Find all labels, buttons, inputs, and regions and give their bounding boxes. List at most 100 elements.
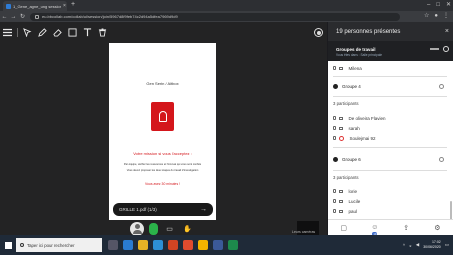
list-item[interactable]: lorie [328, 186, 448, 196]
toolbar-divider [17, 28, 18, 37]
list-item[interactable]: Milena [328, 63, 448, 73]
excel-icon[interactable] [228, 240, 238, 250]
shape-tool[interactable] [65, 25, 80, 40]
minimize-icon[interactable]: – [427, 1, 430, 9]
blocked-icon [338, 135, 344, 141]
list-item[interactable]: sarah [328, 123, 448, 133]
word-icon[interactable] [213, 240, 223, 250]
participant-name: sarah [348, 125, 360, 131]
clock[interactable]: 17:02 30/06/2020 [423, 240, 441, 250]
star-icon[interactable]: ☆ [424, 12, 429, 21]
list-item[interactable]: De oliveira Flavien [328, 113, 448, 123]
taskbar-search-placeholder: Taper ici pour rechercher [27, 242, 75, 248]
settings-icon[interactable]: ⚙ [432, 223, 442, 233]
pen-icon [38, 28, 47, 37]
list-item[interactable]: Lucile [328, 196, 448, 206]
participants-panel: 19 personnes présentes × Groupes de trav… [328, 22, 453, 236]
new-tab-button[interactable]: + [71, 1, 75, 9]
menu-icon [3, 28, 12, 37]
menu-button[interactable] [0, 25, 15, 40]
chat-icon[interactable]: ▢ [339, 223, 349, 233]
task-view-icon[interactable] [108, 240, 118, 250]
microphone-icon [333, 209, 336, 213]
forward-icon[interactable]: → [9, 14, 18, 20]
divider [333, 96, 447, 97]
edge-icon[interactable] [123, 240, 133, 250]
file-explorer-icon[interactable] [138, 240, 148, 250]
panel-tabs: ▢ ☺ 19 ⇪ ⚙ [328, 219, 453, 236]
camera-icon [338, 209, 343, 213]
camera-icon [338, 116, 343, 120]
group-name: Groupe 4 [342, 84, 361, 89]
document-time-note: Vous avez 30 minutes ! [144, 182, 181, 186]
current-room-label[interactable]: Vous êtes dans : Salle principale [336, 53, 453, 57]
text-tool[interactable] [80, 25, 95, 40]
share-icon[interactable]: ⇪ [401, 223, 411, 233]
media-controls: ▭ ✋ [130, 222, 194, 236]
camera-icon[interactable]: ▭ [163, 223, 176, 236]
firefox-icon[interactable] [183, 240, 193, 250]
group-4-header[interactable]: Groupe 4 [328, 81, 448, 92]
taskbar-search[interactable]: Taper ici pour rechercher [16, 238, 102, 252]
pointer-tool[interactable] [20, 25, 35, 40]
browser-actions: ☆ ● ⋮ [424, 12, 449, 21]
window-controls: – □ ✕ [427, 1, 451, 9]
office-icon[interactable] [168, 240, 178, 250]
group-6-header[interactable]: Groupe 6 [328, 154, 448, 165]
browser-tab[interactable]: 1_Gene_agne_ung session × [3, 1, 67, 11]
reload-icon[interactable]: ↻ [18, 13, 27, 20]
pointer-icon [23, 28, 32, 37]
lock-icon [35, 14, 39, 19]
windows-start-icon [4, 241, 12, 249]
clear-tool[interactable] [95, 25, 110, 40]
start-button[interactable] [0, 235, 16, 255]
divider [333, 76, 447, 77]
notifications-icon[interactable]: ▭ [445, 242, 449, 248]
close-panel-icon[interactable]: × [445, 28, 449, 35]
profile-icon[interactable]: ● [434, 12, 438, 21]
record-icon[interactable] [314, 28, 323, 37]
back-icon[interactable]: ← [0, 14, 9, 20]
document-heading: Votre mission si vous l'acceptez : [133, 151, 192, 156]
group-options-icon[interactable] [443, 46, 449, 52]
my-status-avatar[interactable] [130, 222, 144, 236]
pen-tool[interactable] [35, 25, 50, 40]
store-icon[interactable] [153, 240, 163, 250]
system-tray: ^ ◒ ◀ 17:02 30/06/2020 ▭ [403, 235, 449, 255]
progress-bar-icon [430, 48, 439, 50]
microphone-icon[interactable] [149, 223, 158, 235]
url-text: eu.bbcollab.com/collab/ui/session/join/5… [42, 14, 178, 19]
participant-name: Lucile [348, 198, 361, 204]
microphone-icon [333, 199, 336, 203]
participants-icon[interactable]: ☺ 19 [370, 223, 380, 236]
participant-list: Milena Groupe 4 3 participants De olivei… [328, 61, 453, 222]
join-group-icon[interactable] [439, 84, 444, 89]
chevron-up-icon[interactable]: ^ [403, 243, 405, 248]
address-bar: ← → ↻ eu.bbcollab.com/collab/ui/session/… [0, 11, 453, 22]
participant-name: De oliveira Flavien [348, 115, 386, 121]
text-icon [83, 28, 92, 37]
url-field[interactable]: eu.bbcollab.com/collab/ui/session/join/5… [30, 12, 400, 21]
group-name: Groupe 6 [342, 157, 361, 162]
browser-menu-icon[interactable]: ⋮ [443, 12, 449, 21]
tab-close-icon[interactable]: × [63, 3, 66, 9]
eraser-tool[interactable] [50, 25, 65, 40]
maximize-icon[interactable]: □ [436, 1, 440, 9]
next-page-button[interactable]: → [200, 206, 207, 213]
close-window-icon[interactable]: ✕ [446, 1, 451, 9]
group-badge [333, 157, 338, 162]
browser-tab-strip: 1_Gene_agne_ung session × + – □ ✕ [0, 0, 453, 11]
network-icon[interactable]: ◒ [409, 243, 412, 248]
volume-icon[interactable]: ◀ [416, 242, 419, 248]
chrome-icon[interactable] [198, 240, 208, 250]
participant-name: Soulejmai 92 [349, 135, 376, 141]
hand-icon[interactable]: ✋ [181, 223, 194, 236]
divider [333, 147, 447, 148]
panel-header: 19 personnes présentes × [328, 22, 453, 41]
panel-title: 19 personnes présentes [336, 28, 401, 35]
group-badge [333, 84, 338, 89]
list-item[interactable]: paul [328, 206, 448, 216]
join-group-icon[interactable] [439, 157, 444, 162]
file-pager: GRILLE 1.pdf (1/3) → [113, 203, 213, 216]
list-item[interactable]: Soulejmai 92 [328, 133, 448, 143]
